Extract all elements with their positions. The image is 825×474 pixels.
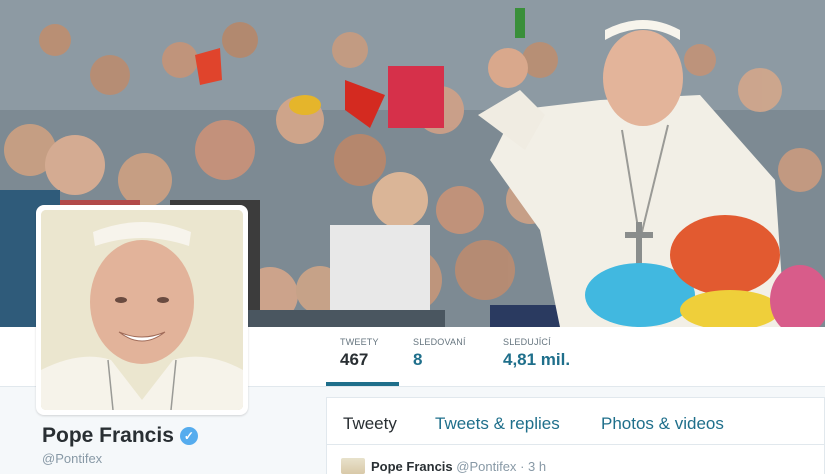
tweet-author-handle[interactable]: @Pontifex <box>456 459 516 474</box>
stat-followers-value: 4,81 mil. <box>503 350 571 369</box>
tab-tweets[interactable]: Tweety <box>343 414 397 434</box>
tweet-avatar[interactable] <box>341 458 365 474</box>
profile-name-text: Pope Francis <box>42 424 174 447</box>
tweet-header: Pope Francis @Pontifex · 3 h <box>341 458 546 474</box>
stat-following-value: 8 <box>413 350 423 369</box>
tab-photos-and-videos[interactable]: Photos & videos <box>601 414 724 434</box>
stat-following-label: SLEDOVANÍ <box>413 337 466 347</box>
tab-tweets-and-replies[interactable]: Tweets & replies <box>435 414 560 434</box>
profile-avatar[interactable] <box>36 205 248 415</box>
tweet-author-name[interactable]: Pope Francis <box>371 459 453 474</box>
verified-badge-icon: ✓ <box>179 427 198 445</box>
avatar-photo <box>41 210 243 410</box>
profile-page: TWEETY 467 SLEDOVANÍ 8 SLEDUJÍCÍ 4,81 mi… <box>0 0 825 474</box>
stat-tweets-label: TWEETY <box>340 337 379 347</box>
profile-handle[interactable]: @Pontifex <box>42 451 102 466</box>
tweet-separator: · <box>520 459 525 474</box>
tweet-timestamp[interactable]: 3 h <box>528 459 546 474</box>
timeline-tabs: Tweety Tweets & replies Photos & videos <box>327 398 824 445</box>
stat-tweets-value: 467 <box>340 350 369 369</box>
stat-following[interactable]: SLEDOVANÍ 8 <box>413 337 466 370</box>
stat-tweets[interactable]: TWEETY 467 <box>340 337 379 370</box>
timeline-panel: Tweety Tweets & replies Photos & videos … <box>326 397 825 474</box>
profile-name[interactable]: Pope Francis ✓ <box>42 424 198 448</box>
stat-followers[interactable]: SLEDUJÍCÍ 4,81 mil. <box>503 337 570 370</box>
active-stat-underline <box>326 382 399 386</box>
stat-followers-label: SLEDUJÍCÍ <box>503 337 551 347</box>
